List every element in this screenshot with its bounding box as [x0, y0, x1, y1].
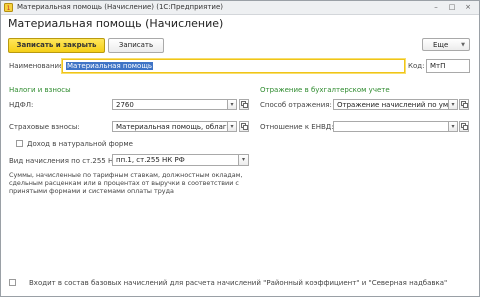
- accrual-kind-label: Вид начисления по ст.255 НК:: [9, 157, 121, 165]
- code-label: Код:: [408, 62, 425, 70]
- minimize-button[interactable]: –: [431, 2, 441, 12]
- accrual-kind-dropdown[interactable]: ▾: [239, 154, 249, 166]
- ndfl-dropdown[interactable]: ▾: [228, 99, 237, 110]
- envd-label: Отношение к ЕНВД:: [260, 123, 334, 131]
- insurance-open-button[interactable]: [239, 121, 249, 132]
- envd-open-button[interactable]: [459, 121, 469, 132]
- more-button-label: Еще: [433, 41, 449, 49]
- method-field[interactable]: Отражение начислений по умолч: [333, 99, 449, 110]
- insurance-label: Страховые взносы:: [9, 123, 80, 131]
- in-kind-checkbox[interactable]: [16, 140, 23, 147]
- save-button[interactable]: Записать: [108, 38, 164, 53]
- insurance-dropdown[interactable]: ▾: [228, 121, 237, 132]
- chevron-down-icon: ▾: [241, 156, 245, 163]
- method-label: Способ отражения:: [260, 101, 332, 109]
- in-kind-label: Доход в натуральной форме: [27, 140, 133, 148]
- chevron-down-icon: ▾: [230, 101, 234, 108]
- chevron-down-icon: ▼: [461, 42, 465, 48]
- window-title: Материальная помощь (Начисление) (1С:Пре…: [17, 3, 223, 11]
- maximize-button[interactable]: □: [447, 2, 457, 12]
- base-accruals-checkbox[interactable]: [9, 279, 16, 286]
- method-dropdown[interactable]: ▾: [449, 99, 458, 110]
- title-bar: 1 Материальная помощь (Начисление) (1С:П…: [1, 1, 479, 15]
- chevron-down-icon: ▾: [230, 123, 234, 130]
- ndfl-field[interactable]: 2760: [112, 99, 228, 110]
- name-label: Наименование:: [9, 62, 66, 70]
- name-field[interactable]: Материальная помощь: [62, 59, 405, 73]
- insurance-field[interactable]: Материальная помощь, облагаем: [112, 121, 228, 132]
- more-button[interactable]: Еще ▼: [422, 38, 470, 51]
- accounting-section-heading: Отражение в бухгалтерском учете: [260, 86, 390, 94]
- open-form-icon: [241, 101, 248, 108]
- code-field[interactable]: МтП: [426, 59, 470, 73]
- accrual-kind-field[interactable]: пп.1, ст.255 НК РФ: [112, 154, 239, 166]
- taxes-section-heading: Налоги и взносы: [9, 86, 71, 94]
- name-value: Материальная помощь: [66, 62, 154, 70]
- chevron-down-icon: ▾: [451, 123, 455, 130]
- open-form-icon: [461, 101, 468, 108]
- page-title: Материальная помощь (Начисление): [8, 17, 224, 30]
- open-form-icon: [241, 123, 248, 130]
- form-window: 1 Материальная помощь (Начисление) (1С:П…: [0, 0, 480, 297]
- ndfl-open-button[interactable]: [239, 99, 249, 110]
- envd-dropdown[interactable]: ▾: [449, 121, 458, 132]
- open-form-icon: [461, 123, 468, 130]
- envd-field[interactable]: [333, 121, 449, 132]
- svg-text:1: 1: [7, 5, 11, 12]
- close-button[interactable]: ×: [463, 2, 473, 12]
- 1c-app-icon: 1: [4, 3, 13, 12]
- chevron-down-icon: ▾: [451, 101, 455, 108]
- ndfl-label: НДФЛ:: [9, 101, 34, 109]
- accrual-kind-description: Суммы, начисленные по тарифным ставкам, …: [9, 171, 243, 196]
- method-open-button[interactable]: [459, 99, 469, 110]
- save-and-close-button[interactable]: Записать и закрыть: [8, 38, 105, 53]
- base-accruals-label: Входит в состав базовых начислений для р…: [29, 279, 448, 287]
